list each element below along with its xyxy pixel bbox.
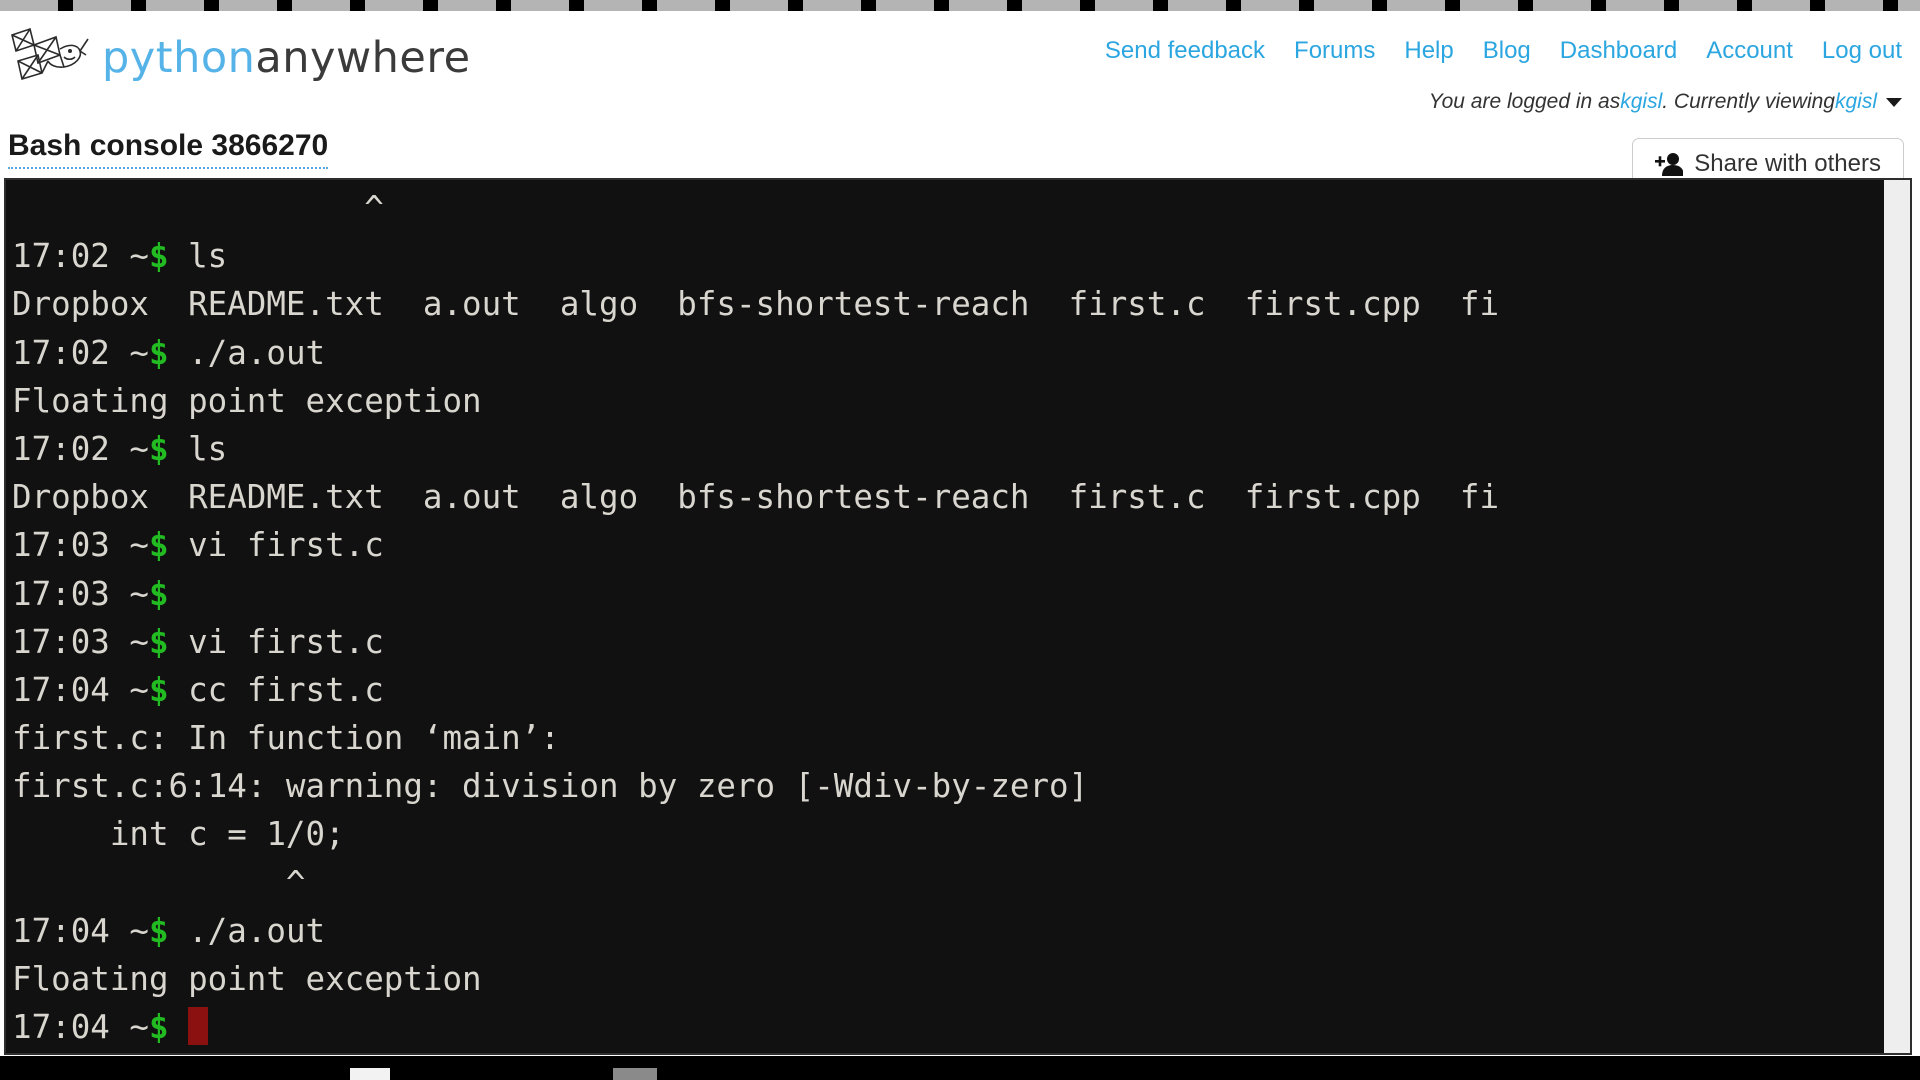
terminal-prompt-prefix: 17:02 ~ [12, 429, 149, 468]
terminal-prompt-sigil: $ [148, 333, 169, 372]
bash-console-terminal[interactable]: ^ 17:02 ~$ ls Dropbox README.txt a.out alg… [4, 178, 1912, 1055]
terminal-output[interactable]: ^ 17:02 ~$ ls Dropbox README.txt a.out alg… [6, 180, 1884, 1053]
terminal-line: Dropbox README.txt a.out algo bfs-shorte… [12, 478, 1500, 517]
page-title: Bash console 3866270 [8, 129, 329, 169]
terminal-line: 17:03 ~$ vi first.c [12, 618, 1884, 666]
taskbar-item-2 [613, 1068, 657, 1080]
terminal-prompt-sigil: $ [148, 670, 169, 709]
browser-tab-strip [0, 0, 1920, 11]
terminal-line: 17:03 ~$ vi first.c [12, 521, 1884, 569]
chevron-down-icon[interactable] [1886, 97, 1902, 107]
terminal-prompt-sigil: $ [148, 526, 169, 565]
site-logo-wordmark: pythonanywhere [102, 33, 471, 83]
logo-text-python: python [102, 33, 256, 83]
site-logo[interactable]: pythonanywhere [8, 25, 471, 91]
nav-send-feedback[interactable]: Send feedback [1105, 37, 1265, 65]
login-status: You are logged in as kgisl. Currently vi… [1429, 90, 1902, 114]
terminal-line: first.c: In function ‘main’: [12, 719, 560, 758]
terminal-cursor [188, 1007, 209, 1046]
terminal-command [169, 1008, 189, 1046]
terminal-line: Floating point exception [12, 960, 482, 998]
terminal-line: 17:04 ~$ ./a.out [12, 907, 1884, 955]
terminal-command: ./a.out [168, 333, 326, 372]
terminal-prompt-prefix: 17:04 ~ [12, 1008, 149, 1047]
terminal-prompt-prefix: 17:03 ~ [12, 526, 149, 565]
terminal-line: 17:03 ~$ [12, 570, 1884, 618]
taskbar-item-1 [350, 1068, 390, 1080]
terminal-line: ^ [12, 863, 306, 902]
nav-dashboard[interactable]: Dashboard [1560, 37, 1677, 65]
person-add-icon [1655, 153, 1684, 176]
terminal-command: vi first.c [168, 526, 384, 565]
terminal-line: Floating point exception [12, 381, 482, 420]
terminal-prompt-sigil: $ [148, 237, 169, 276]
page-header: pythonanywhere Send feedback Forums Help… [0, 11, 1920, 190]
terminal-line: ^ [12, 189, 384, 227]
terminal-line: first.c:6:14: warning: division by zero … [12, 767, 1089, 806]
terminal-line: 17:02 ~$ ./a.out [12, 329, 1884, 377]
nav-log-out[interactable]: Log out [1822, 37, 1902, 65]
nav-help[interactable]: Help [1404, 37, 1453, 65]
terminal-prompt-sigil: $ [148, 429, 169, 468]
currently-viewing-user-link[interactable]: kgisl [1835, 90, 1877, 114]
pythonanywhere-logo-icon [11, 27, 89, 81]
terminal-prompt-prefix: 17:03 ~ [12, 574, 149, 613]
terminal-line: 17:02 ~$ ls [12, 425, 1884, 473]
terminal-prompt-prefix: 17:02 ~ [12, 333, 149, 372]
terminal-prompt-sigil: $ [148, 1008, 169, 1047]
nav-account[interactable]: Account [1706, 37, 1793, 65]
nav-forums[interactable]: Forums [1294, 37, 1375, 65]
share-button-label: Share with others [1694, 150, 1881, 177]
login-status-middle: . Currently viewing [1662, 90, 1835, 113]
terminal-line: Dropbox README.txt a.out algo bfs-shorte… [12, 285, 1500, 324]
terminal-command: cc first.c [168, 670, 384, 709]
nav-blog[interactable]: Blog [1483, 37, 1531, 65]
terminal-line: 17:02 ~$ ls [12, 232, 1884, 280]
terminal-line: 17:04 ~$ [12, 1003, 1884, 1051]
terminal-prompt-sigil: $ [148, 911, 169, 950]
terminal-line: int c = 1/0; [12, 815, 345, 854]
terminal-prompt-prefix: 17:02 ~ [12, 237, 149, 276]
terminal-command: ./a.out [168, 911, 326, 950]
terminal-line: 17:04 ~$ cc first.c [12, 666, 1884, 714]
terminal-prompt-sigil: $ [148, 622, 169, 661]
terminal-command: ls [168, 237, 228, 276]
top-navigation: Send feedback Forums Help Blog Dashboard… [1105, 37, 1902, 65]
terminal-command: vi first.c [168, 622, 384, 661]
os-taskbar-strip [0, 1056, 1920, 1080]
terminal-prompt-sigil: $ [148, 574, 169, 613]
logo-text-anywhere: anywhere [255, 33, 471, 83]
terminal-prompt-prefix: 17:03 ~ [12, 622, 149, 661]
terminal-scrollbar[interactable] [1884, 180, 1910, 1053]
login-status-prefix: You are logged in as [1428, 90, 1621, 113]
logged-in-user-link[interactable]: kgisl [1620, 90, 1662, 114]
terminal-prompt-prefix: 17:04 ~ [12, 911, 149, 950]
terminal-command: ls [168, 429, 228, 468]
terminal-prompt-prefix: 17:04 ~ [12, 670, 149, 709]
